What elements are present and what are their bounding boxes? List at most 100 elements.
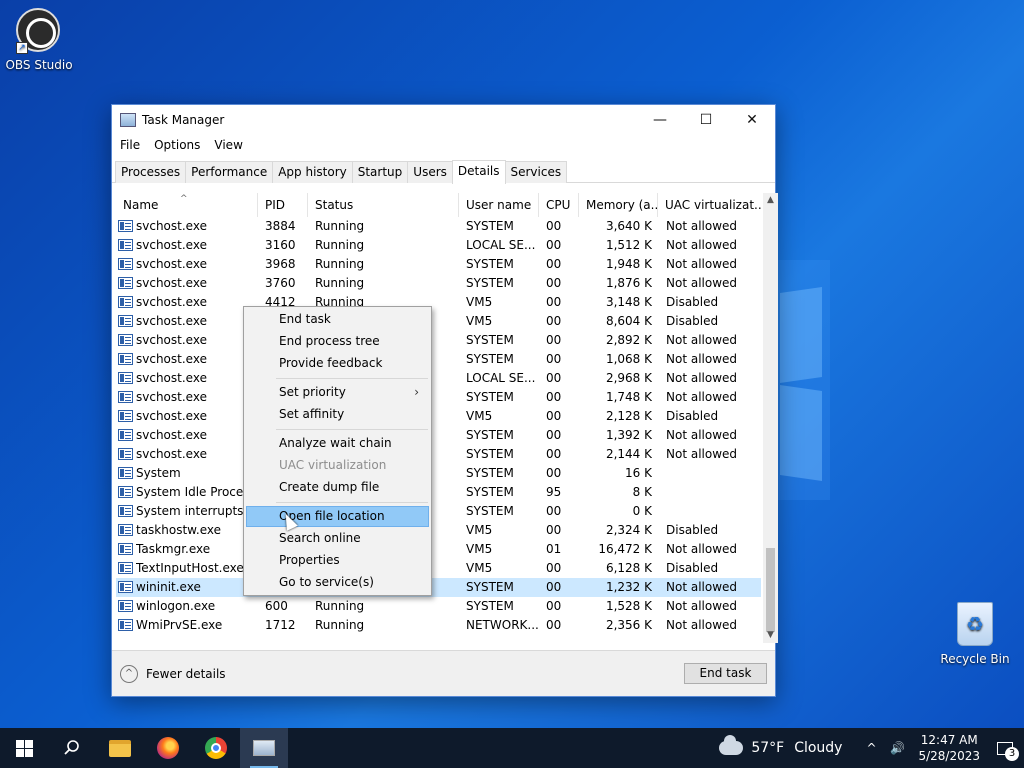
column-header-memory[interactable]: Memory (a... [579,193,658,217]
vertical-scrollbar[interactable]: ▲ ▼ [763,193,778,643]
menu-item-provide-feedback[interactable]: Provide feedback [246,353,429,374]
table-row[interactable]: svchost.exe SYSTEM 00 2,892 K Not allowed [116,331,761,350]
maximize-button[interactable]: ☐ [683,105,729,135]
table-row[interactable]: svchost.exe 3760 Running SYSTEM 00 1,876 K Not… [116,274,761,293]
column-header-user-name[interactable]: User name [459,193,539,217]
cell-cpu: 00 [546,276,562,290]
menu-item-set-priority[interactable]: Set priority › [246,382,429,403]
cell-cpu: 00 [546,523,562,537]
cell-uac: Disabled [666,561,719,575]
table-row[interactable]: svchost.exe SYSTEM 00 2,144 K Not allowed [116,445,761,464]
taskbar-task-manager[interactable] [240,728,288,768]
chevron-up-icon: ^ [120,665,138,683]
tab-details[interactable]: Details [451,160,506,184]
desktop-light-beam-upper [780,287,822,383]
table-row[interactable]: winlogon.exe 600 Running SYSTEM 00 1,528 K Not… [116,597,761,616]
cell-user: SYSTEM [466,333,514,347]
menu-item-end-task[interactable]: End task [246,309,429,330]
desktop-icon-obs-studio[interactable]: ↗ OBS Studio [1,8,77,72]
menu-options[interactable]: Options [154,138,200,152]
scrollbar-thumb[interactable] [766,548,775,632]
table-row[interactable]: svchost.exe 3968 Running SYSTEM 00 1,948 K Not… [116,255,761,274]
table-row[interactable]: Taskmgr.exe VM5 01 16,472 K Not allowed [116,540,761,559]
table-row[interactable]: svchost.exe SYSTEM 00 1,748 K Not allowed [116,388,761,407]
desktop-icon-recycle-bin[interactable]: Recycle Bin [937,602,1013,666]
table-row[interactable]: svchost.exe LOCAL SE... 00 2,968 K Not allow… [116,369,761,388]
shortcut-arrow-icon: ↗ [16,42,28,54]
menu-item-open-file-location[interactable]: Open file location [246,506,429,527]
table-row[interactable]: svchost.exe SYSTEM 00 1,068 K Not allowed [116,350,761,369]
cell-user: SYSTEM [466,257,514,271]
scroll-down-arrow-icon[interactable]: ▼ [763,628,778,643]
fewer-details-button[interactable]: ^ Fewer details [120,665,226,683]
menu-item-end-process-tree[interactable]: End process tree [246,331,429,352]
cell-cpu: 00 [546,409,562,423]
cell-user: SYSTEM [466,219,514,233]
column-header-status[interactable]: Status [308,193,459,217]
column-header-name[interactable]: ^ Name [116,193,258,217]
table-row[interactable]: svchost.exe 3160 Running LOCAL SE... 00 1,512… [116,236,761,255]
cell-status: Running [315,238,365,252]
cell-uac: Not allowed [666,371,738,385]
menu-file[interactable]: File [120,138,140,152]
menu-item-go-to-services[interactable]: Go to service(s) [246,572,429,593]
window-footer: ^ Fewer details End task [112,650,775,696]
cell-mem: 3,640 K [605,219,652,233]
cell-mem: 1,232 K [605,580,652,594]
menu-view[interactable]: View [214,138,242,152]
table-row[interactable]: svchost.exe SYSTEM 00 1,392 K Not allowed [116,426,761,445]
taskbar-firefox[interactable] [144,728,192,768]
end-task-button[interactable]: End task [684,663,767,684]
weather-widget[interactable]: 57°F Cloudy [719,735,842,756]
column-header-pid[interactable]: PID [258,193,308,217]
table-row[interactable]: System Idle Process SYSTEM 95 8 K [116,483,761,502]
notification-center-button[interactable]: 3 [990,728,1020,768]
menu-item-create-dump-file[interactable]: Create dump file [246,477,429,498]
system-tray: 57°F Cloudy ^ 🔊 12:47 AM 5/28/2023 3 [719,728,1024,768]
menu-item-properties[interactable]: Properties [246,550,429,571]
tab-startup[interactable]: Startup [351,161,409,183]
table-row[interactable]: WmiPrvSE.exe 1712 Running NETWORK... 00 2,356… [116,616,761,635]
taskbar-chrome[interactable] [192,728,240,768]
chevron-up-icon[interactable]: ^ [860,741,882,755]
tab-performance[interactable]: Performance [185,161,274,183]
taskbar-file-explorer[interactable] [96,728,144,768]
tab-app-history[interactable]: App history [272,161,353,183]
column-header-cpu[interactable]: CPU [539,193,579,217]
table-row[interactable]: svchost.exe 4412 Running VM5 00 3,148 K Disabl… [116,293,761,312]
table-row[interactable]: System interrupts SYSTEM 00 0 K [116,502,761,521]
table-row[interactable]: svchost.exe VM5 00 2,128 K Disabled [116,407,761,426]
search-button[interactable] [48,728,96,768]
clock[interactable]: 12:47 AM 5/28/2023 [918,732,980,764]
menu-item-search-online[interactable]: Search online [246,528,429,549]
menu-item-uac-virtualization: UAC virtualization [279,458,387,472]
table-row[interactable]: wininit.exe SYSTEM 00 1,232 K Not allowed [116,578,761,597]
cell-mem: 1,068 K [605,352,652,366]
column-header-uac-virtualization[interactable]: UAC virtualizat... [658,193,761,217]
start-button[interactable] [0,728,48,768]
close-button[interactable]: ✕ [729,105,775,135]
cell-name: System interrupts [136,504,244,518]
table-row[interactable]: System SYSTEM 00 16 K [116,464,761,483]
scroll-up-arrow-icon[interactable]: ▲ [763,193,778,208]
cell-mem: 1,512 K [605,238,652,252]
title-bar[interactable]: Task Manager — ☐ ✕ [112,105,775,135]
cell-uac [666,502,761,521]
cell-name: winlogon.exe [136,599,216,613]
menu-item-analyze-wait-chain[interactable]: Analyze wait chain [246,433,429,454]
minimize-button[interactable]: — [637,105,683,135]
tab-processes[interactable]: Processes [115,161,187,183]
table-row[interactable]: taskhostw.exe VM5 00 2,324 K Disabled [116,521,761,540]
table-row[interactable]: TextInputHost.exe VM5 00 6,128 K Disabled [116,559,761,578]
task-manager-icon [253,740,275,756]
tab-services[interactable]: Services [504,161,568,183]
table-row[interactable]: svchost.exe 3884 Running SYSTEM 00 3,640 K Not… [116,217,761,236]
cell-name: svchost.exe [136,409,207,423]
cell-status: Running [315,618,365,632]
menu-item-set-affinity[interactable]: Set affinity [246,404,429,425]
volume-icon[interactable]: 🔊 [886,741,908,755]
process-icon [118,391,133,403]
tab-users[interactable]: Users [407,161,453,183]
table-row[interactable]: svchost.exe VM5 00 8,604 K Disabled [116,312,761,331]
process-icon [118,372,133,384]
